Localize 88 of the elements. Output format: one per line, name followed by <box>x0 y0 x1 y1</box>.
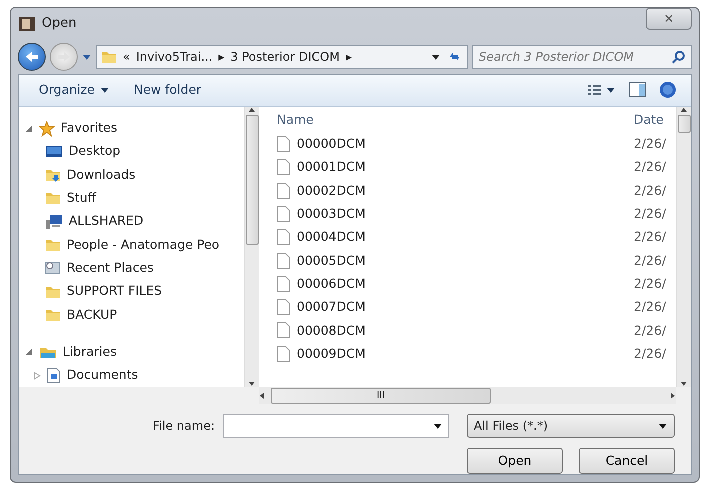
folder-icon <box>101 49 117 65</box>
breadcrumb[interactable]: 3 Posterior DICOM <box>230 48 340 66</box>
expanded-arrow-icon[interactable] <box>25 124 33 133</box>
back-arrow-icon <box>25 51 39 63</box>
nav-item[interactable]: BACKUP <box>67 306 118 324</box>
search-icon <box>672 50 686 64</box>
field-label: File name: <box>153 418 215 435</box>
network-computer-icon <box>45 214 63 230</box>
file-type-dropdown[interactable]: All Files (*.*) <box>467 414 675 438</box>
file-date: 2/26/ <box>634 158 668 176</box>
breadcrumb-arrow[interactable]: ▸ <box>218 48 225 66</box>
nav-item[interactable]: Libraries <box>63 342 117 362</box>
dropdown-caret-icon[interactable] <box>431 52 441 62</box>
window-title: Open <box>42 15 77 34</box>
folder-icon <box>45 237 61 254</box>
overflow-chevron[interactable]: « <box>123 48 130 66</box>
close-button[interactable]: ✕ <box>646 8 692 30</box>
file-name[interactable]: 00007DCM <box>297 298 634 317</box>
scroll-right-icon[interactable] <box>670 392 676 400</box>
file-icon <box>277 276 291 293</box>
dropdown-caret-icon[interactable] <box>433 422 443 430</box>
file-icon <box>277 299 291 316</box>
file-icon <box>277 159 291 176</box>
document-icon <box>47 368 61 384</box>
file-date: 2/26/ <box>634 322 668 340</box>
file-name[interactable]: 00008DCM <box>297 322 634 340</box>
downloads-icon <box>45 167 61 184</box>
file-date: 2/26/ <box>634 135 668 154</box>
dropdown-caret-icon <box>658 422 668 430</box>
file-date: 2/26/ <box>634 205 668 224</box>
file-icon <box>277 206 291 223</box>
file-name-field[interactable] <box>223 414 449 438</box>
nav-item[interactable]: Favorites <box>61 119 118 138</box>
caret-icon <box>100 86 110 94</box>
search-field[interactable]: Search 3 Posterior DICOM <box>472 45 692 69</box>
history-caret-icon[interactable] <box>82 52 92 62</box>
views-icon[interactable] <box>587 83 617 98</box>
scroll-thumb[interactable] <box>678 114 690 133</box>
breadcrumb[interactable]: Invivo5Trai... <box>136 48 213 66</box>
file-icon <box>277 322 291 340</box>
nav-item[interactable]: Recent Places <box>67 258 154 278</box>
file-name[interactable]: 00002DCM <box>297 182 634 200</box>
nav-item[interactable]: SUPPORT FILES <box>67 282 162 301</box>
file-date: 2/26/ <box>634 344 668 363</box>
file-icon <box>277 229 291 246</box>
scroll-thumb[interactable] <box>246 114 258 245</box>
file-name[interactable]: 00003DCM <box>297 205 634 224</box>
new-folder-button[interactable]: New folder <box>128 79 208 102</box>
desktop-icon <box>45 144 63 160</box>
app-icon <box>18 16 36 32</box>
file-icon <box>277 252 291 270</box>
file-name[interactable]: 00004DCM <box>297 228 634 248</box>
nav-item[interactable]: ALLSHARED <box>69 212 144 232</box>
nav-item[interactable]: Downloads <box>67 166 136 184</box>
cancel-button[interactable]: Cancel <box>579 448 675 474</box>
file-icon <box>277 346 291 363</box>
recent-places-icon <box>45 260 61 276</box>
file-date: 2/26/ <box>634 298 668 316</box>
organize-menu[interactable]: Organize <box>33 79 116 102</box>
scroll-down-icon[interactable] <box>248 381 256 388</box>
file-date: 2/26/ <box>634 182 668 200</box>
folder-icon <box>45 190 61 206</box>
nav-item[interactable]: Stuff <box>67 189 96 208</box>
back-button[interactable] <box>18 43 46 71</box>
column-header[interactable]: Name <box>277 110 634 130</box>
expanded-arrow-icon[interactable] <box>25 348 33 356</box>
scroll-thumb[interactable]: III <box>271 388 491 404</box>
file-date: 2/26/ <box>634 252 668 270</box>
file-name[interactable]: 00006DCM <box>297 274 634 294</box>
open-button[interactable]: Open <box>467 448 563 474</box>
preview-pane-icon[interactable] <box>629 82 647 98</box>
file-date: 2/26/ <box>634 274 668 293</box>
file-date: 2/26/ <box>634 228 668 246</box>
nav-item[interactable]: People - Anatomage Peo <box>67 236 220 254</box>
scroll-down-icon[interactable] <box>680 381 688 388</box>
file-name[interactable]: 00009DCM <box>297 344 634 364</box>
file-name[interactable]: 00000DCM <box>297 135 634 154</box>
address-bar[interactable]: « Invivo5Trai... ▸ 3 Posterior DICOM ▸ <box>96 45 468 69</box>
breadcrumb-arrow[interactable]: ▸ <box>346 48 352 66</box>
file-name[interactable]: 00001DCM <box>297 158 634 178</box>
file-icon <box>277 136 291 154</box>
column-header[interactable]: Date <box>634 110 676 130</box>
nav-item[interactable]: Documents <box>67 366 138 385</box>
file-icon <box>277 182 291 200</box>
scroll-left-icon[interactable] <box>259 392 265 400</box>
nav-item[interactable]: Desktop <box>69 142 121 162</box>
file-name[interactable]: 00005DCM <box>297 252 634 270</box>
star-icon <box>39 120 55 137</box>
